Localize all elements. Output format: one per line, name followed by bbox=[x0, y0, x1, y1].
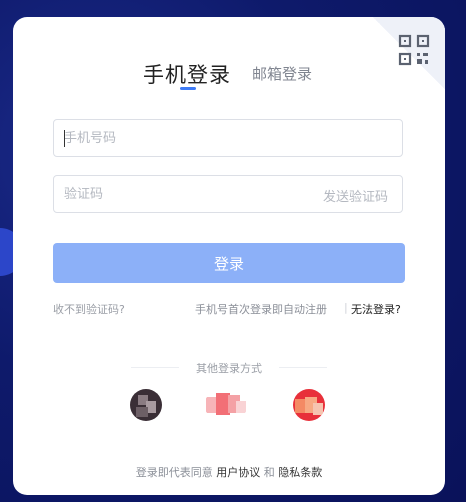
cant-login-link[interactable]: 无法登录? bbox=[351, 301, 401, 317]
privacy-link[interactable]: 隐私条款 bbox=[278, 466, 322, 479]
active-tab-indicator bbox=[180, 87, 196, 90]
text-caret bbox=[64, 130, 65, 147]
social-login-3-icon[interactable] bbox=[293, 389, 325, 421]
qr-code-icon[interactable] bbox=[397, 33, 431, 67]
auto-register-note: 手机号首次登录即自动注册 bbox=[195, 303, 327, 316]
social-login-1-icon[interactable] bbox=[130, 389, 162, 421]
footer-and: 和 bbox=[263, 466, 275, 479]
tab-email-login[interactable]: 邮箱登录 bbox=[252, 63, 312, 84]
footer-prefix: 登录即代表同意 bbox=[135, 466, 213, 479]
phone-field[interactable] bbox=[53, 119, 403, 157]
other-login-title: 其他登录方式 bbox=[196, 362, 262, 375]
send-code-button[interactable]: 发送验证码 bbox=[323, 186, 388, 205]
no-code-link[interactable]: 收不到验证码? bbox=[53, 301, 125, 317]
tab-phone-login[interactable]: 手机登录 bbox=[143, 59, 231, 89]
login-card: 手机登录 邮箱登录 发送验证码 登录 收不到验证码? 手机号首次登录即自动注册 … bbox=[13, 17, 445, 495]
divider-right bbox=[279, 367, 327, 368]
login-button[interactable]: 登录 bbox=[53, 243, 405, 283]
social-login-2-icon[interactable] bbox=[204, 389, 248, 421]
code-field[interactable]: 发送验证码 bbox=[53, 175, 403, 213]
phone-input[interactable] bbox=[54, 120, 402, 156]
terms-footer: 登录即代表同意 用户协议 和 隐私条款 bbox=[13, 464, 445, 480]
user-agreement-link[interactable]: 用户协议 bbox=[216, 466, 260, 479]
link-separator: | bbox=[344, 301, 348, 314]
